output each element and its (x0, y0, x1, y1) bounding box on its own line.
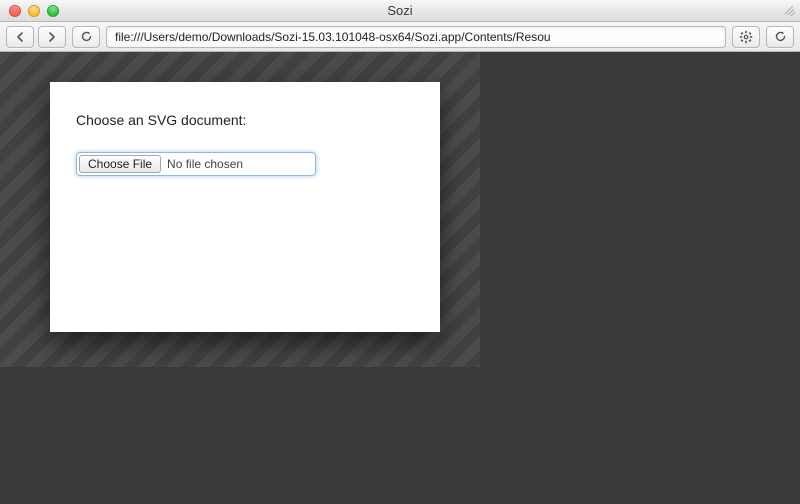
prompt-label: Choose an SVG document: (76, 112, 414, 128)
minimize-window-button[interactable] (28, 5, 40, 17)
choose-file-button[interactable]: Choose File (79, 155, 161, 173)
zoom-window-button[interactable] (47, 5, 59, 17)
forward-button[interactable] (38, 26, 66, 48)
toolbar: file:///Users/demo/Downloads/Sozi-15.03.… (0, 22, 800, 52)
choose-file-label: Choose File (88, 157, 152, 171)
gear-icon (739, 30, 753, 44)
back-button[interactable] (6, 26, 34, 48)
app-content: Choose an SVG document: Choose File No f… (0, 52, 800, 504)
reload-button-right[interactable] (766, 26, 794, 48)
window-title: Sozi (0, 3, 800, 18)
close-window-button[interactable] (9, 5, 21, 17)
open-file-card: Choose an SVG document: Choose File No f… (50, 82, 440, 332)
resize-icon (782, 3, 796, 17)
reload-button[interactable] (72, 26, 100, 48)
traffic-lights (0, 5, 59, 17)
address-bar[interactable]: file:///Users/demo/Downloads/Sozi-15.03.… (106, 26, 726, 48)
file-status-text: No file chosen (165, 157, 243, 171)
file-input[interactable]: Choose File No file chosen (76, 152, 316, 176)
url-text: file:///Users/demo/Downloads/Sozi-15.03.… (115, 30, 551, 44)
settings-button[interactable] (732, 26, 760, 48)
titlebar: Sozi (0, 0, 800, 22)
